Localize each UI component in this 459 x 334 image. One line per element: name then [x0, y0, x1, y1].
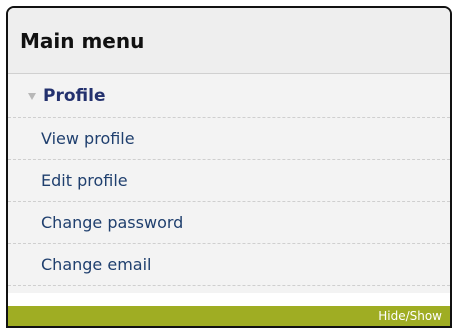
menu-title: Main menu: [20, 28, 145, 53]
section-profile[interactable]: Profile: [8, 74, 450, 118]
hide-show-toggle[interactable]: Hide/Show: [8, 306, 450, 326]
menu-item-edit-profile[interactable]: Edit profile: [8, 160, 450, 202]
hide-show-label: Hide/Show: [378, 309, 442, 323]
profile-menu-list: View profile Edit profile Change passwor…: [8, 118, 450, 286]
menu-spacer: [8, 286, 450, 293]
menu-item-view-profile[interactable]: View profile: [8, 118, 450, 160]
section-profile-label: Profile: [43, 85, 106, 106]
main-menu-block: Main menu Profile View profile Edit prof…: [6, 6, 452, 328]
menu-header: Main menu: [8, 8, 450, 74]
menu-body: Profile View profile Edit profile Change…: [8, 74, 450, 293]
triangle-down-icon: [28, 93, 36, 100]
menu-item-change-password[interactable]: Change password: [8, 202, 450, 244]
menu-item-change-email[interactable]: Change email: [8, 244, 450, 286]
